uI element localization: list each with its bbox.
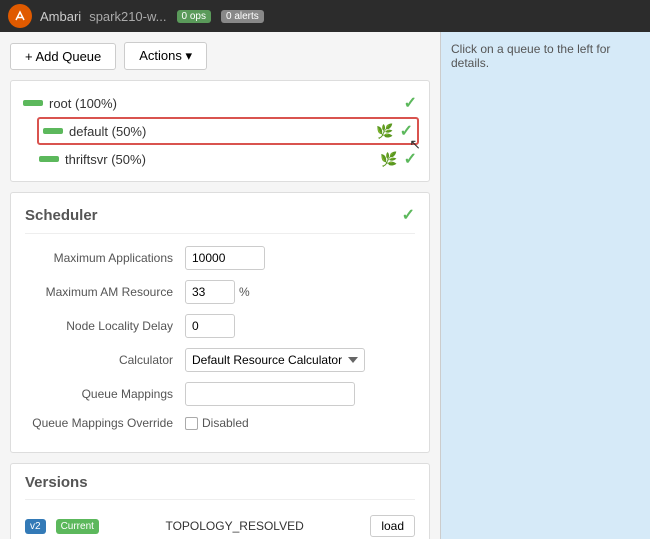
app-logo [8,4,32,28]
check-icon: ✓ [404,93,417,113]
queue-mappings-input[interactable] [185,382,355,406]
left-panel: + Add Queue Actions ▾ root (100%) ✓ defa… [0,32,440,539]
app-name: Ambari [40,9,81,24]
max-applications-input[interactable] [185,246,265,270]
queue-mappings-row: Queue Mappings [25,382,415,406]
queue-mappings-override-row: Queue Mappings Override Disabled [25,416,415,430]
queue-mappings-override-checkbox-group: Disabled [185,416,249,430]
max-am-resource-row: Maximum AM Resource % [25,280,415,304]
leaf-icon: 🌿 [380,151,397,168]
scheduler-header: Scheduler ✓ [25,205,415,234]
scheduler-check-icon: ✓ [402,205,415,225]
right-panel-hint: Click on a queue to the left for details… [451,42,610,70]
queue-mappings-override-label: Queue Mappings Override [25,416,185,430]
queue-mappings-override-checkbox[interactable] [185,417,198,430]
cluster-name: spark210-w... [89,9,166,24]
node-locality-row: Node Locality Delay [25,314,415,338]
queue-section: root (100%) ✓ default (50%) 🌿 ✓ ↖ thrift [10,80,430,182]
queue-icons: ✓ [404,93,417,113]
queue-icons: 🌿 ✓ [376,121,413,141]
queue-row-default[interactable]: default (50%) 🌿 ✓ ↖ [37,117,419,145]
max-am-resource-input[interactable] [185,280,235,304]
queue-status-dot [43,128,63,134]
queue-label: thriftsvr (50%) [65,152,374,167]
queue-row-thriftsvr[interactable]: thriftsvr (50%) 🌿 ✓ [37,145,419,173]
versions-section: Versions v2 Current TOPOLOGY_RESOLVED lo… [10,463,430,539]
queue-row-root[interactable]: root (100%) ✓ [21,89,419,117]
max-applications-row: Maximum Applications [25,246,415,270]
alerts-badge[interactable]: 0 alerts [221,10,264,23]
topbar: Ambari spark210-w... 0 ops 0 alerts [0,0,650,32]
ops-badge[interactable]: 0 ops [177,10,211,23]
actions-button[interactable]: Actions ▾ [124,42,207,70]
queue-mappings-override-value: Disabled [202,416,249,430]
right-panel: Click on a queue to the left for details… [440,32,650,539]
main-content: + Add Queue Actions ▾ root (100%) ✓ defa… [0,32,650,539]
version-row-v2: v2 Current TOPOLOGY_RESOLVED load [25,510,415,539]
scheduler-title: Scheduler [25,207,98,224]
queue-label: default (50%) [69,124,370,139]
scheduler-section: Scheduler ✓ Maximum Applications Maximum… [10,192,430,453]
calculator-select[interactable]: Default Resource Calculator Dominant Res… [185,348,365,372]
queue-icons: 🌿 ✓ [380,149,417,169]
queue-label: root (100%) [49,96,398,111]
current-badge: Current [56,519,99,534]
queue-mappings-label: Queue Mappings [25,387,185,401]
ambari-logo-icon [12,8,28,24]
max-applications-label: Maximum Applications [25,251,185,265]
load-button-v2[interactable]: load [370,515,415,537]
queue-status-dot [39,156,59,162]
queue-status-dot [23,100,43,106]
calculator-row: Calculator Default Resource Calculator D… [25,348,415,372]
am-resource-unit: % [239,285,250,299]
versions-title: Versions [25,474,415,500]
toolbar: + Add Queue Actions ▾ [10,42,430,70]
add-queue-button[interactable]: + Add Queue [10,43,116,70]
version-name-v2: TOPOLOGY_RESOLVED [109,519,360,533]
node-locality-label: Node Locality Delay [25,319,185,333]
calculator-label: Calculator [25,353,185,367]
version-badge-v2: v2 [25,519,46,534]
leaf-icon: 🌿 [376,123,393,140]
max-am-resource-label: Maximum AM Resource [25,285,185,299]
check-icon: ✓ [404,149,417,169]
node-locality-input[interactable] [185,314,235,338]
